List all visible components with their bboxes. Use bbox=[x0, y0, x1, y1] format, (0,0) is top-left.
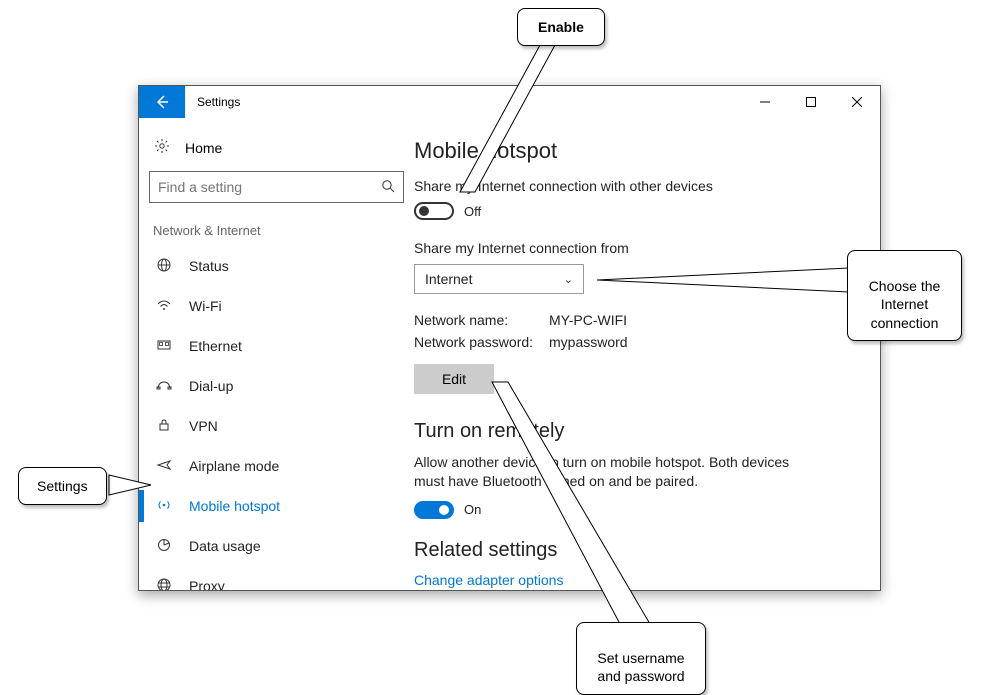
network-name-value: MY-PC-WIFI bbox=[549, 312, 627, 328]
sidebar-home[interactable]: Home bbox=[149, 132, 404, 171]
network-name-label: Network name: bbox=[414, 312, 549, 328]
sidebar-item-wifi[interactable]: Wi-Fi bbox=[149, 286, 404, 326]
sidebar-item-proxy[interactable]: Proxy bbox=[149, 566, 404, 591]
sidebar-section-header: Network & Internet bbox=[149, 219, 404, 246]
callout-enable-text: Enable bbox=[538, 19, 584, 35]
arrow-left-icon bbox=[154, 94, 170, 110]
network-name-row: Network name: MY-PC-WIFI bbox=[414, 312, 854, 328]
close-button[interactable] bbox=[834, 86, 880, 118]
share-description: Share my Internet connection with other … bbox=[414, 178, 854, 194]
sidebar-item-label: Dial-up bbox=[189, 378, 233, 394]
search-icon bbox=[381, 179, 395, 196]
close-icon bbox=[852, 97, 862, 107]
sidebar-item-airplane[interactable]: Airplane mode bbox=[149, 446, 404, 486]
share-from-select[interactable]: Internet ⌄ bbox=[414, 264, 584, 294]
network-password-row: Network password: mypassword bbox=[414, 334, 854, 350]
vpn-icon bbox=[155, 417, 173, 436]
wifi-icon bbox=[155, 297, 173, 316]
sidebar-item-label: Ethernet bbox=[189, 338, 242, 354]
sidebar-item-label: Mobile hotspot bbox=[189, 498, 280, 514]
settings-window: Settings Home bbox=[138, 85, 881, 591]
sidebar-item-label: VPN bbox=[189, 418, 218, 434]
proxy-icon bbox=[155, 577, 173, 592]
airplane-icon bbox=[155, 457, 173, 476]
sidebar-home-label: Home bbox=[185, 140, 222, 156]
share-toggle[interactable] bbox=[414, 202, 454, 220]
sidebar-item-label: Status bbox=[189, 258, 229, 274]
sidebar-item-label: Airplane mode bbox=[189, 458, 279, 474]
dialup-icon bbox=[155, 377, 173, 396]
remote-toggle-label: On bbox=[464, 502, 481, 517]
sidebar-item-dialup[interactable]: Dial-up bbox=[149, 366, 404, 406]
share-toggle-label: Off bbox=[464, 204, 481, 219]
maximize-icon bbox=[806, 97, 816, 107]
share-from-label: Share my Internet connection from bbox=[414, 240, 854, 256]
content-pane: Mobile hotspot Share my Internet connect… bbox=[414, 118, 880, 590]
edit-button[interactable]: Edit bbox=[414, 364, 494, 394]
sidebar-item-datausage[interactable]: Data usage bbox=[149, 526, 404, 566]
remote-toggle[interactable] bbox=[414, 501, 454, 519]
callout-set-userpass: Set username and password bbox=[576, 622, 706, 695]
callout-enable: Enable bbox=[517, 8, 605, 46]
minimize-button[interactable] bbox=[742, 86, 788, 118]
network-password-label: Network password: bbox=[414, 334, 549, 350]
back-button[interactable] bbox=[139, 86, 185, 118]
titlebar: Settings bbox=[139, 86, 880, 118]
datausage-icon bbox=[155, 537, 173, 556]
page-title: Mobile hotspot bbox=[414, 138, 854, 164]
callout-settings: Settings bbox=[18, 467, 107, 505]
callout-choose-connection-text: Choose the Internet connection bbox=[869, 278, 941, 330]
share-from-value: Internet bbox=[425, 271, 472, 287]
window-controls bbox=[742, 86, 880, 118]
chevron-down-icon: ⌄ bbox=[564, 273, 573, 286]
sidebar-item-label: Data usage bbox=[189, 538, 261, 554]
gear-icon bbox=[153, 138, 171, 157]
sidebar-item-status[interactable]: Status bbox=[149, 246, 404, 286]
remote-description: Allow another device to turn on mobile h… bbox=[414, 453, 804, 491]
minimize-icon bbox=[760, 97, 770, 107]
globe-icon bbox=[155, 257, 173, 276]
sidebar-item-label: Proxy bbox=[189, 578, 225, 591]
callout-set-userpass-text: Set username and password bbox=[597, 650, 684, 684]
search-box[interactable] bbox=[149, 171, 404, 203]
maximize-button[interactable] bbox=[788, 86, 834, 118]
share-toggle-row: Off bbox=[414, 202, 854, 220]
hotspot-icon bbox=[155, 497, 173, 516]
remote-toggle-row: On bbox=[414, 501, 854, 519]
related-link[interactable]: Change adapter options bbox=[414, 572, 854, 588]
sidebar-item-label: Wi-Fi bbox=[189, 298, 222, 314]
search-input[interactable] bbox=[158, 179, 381, 195]
remote-heading: Turn on remotely bbox=[414, 420, 854, 443]
sidebar-item-vpn[interactable]: VPN bbox=[149, 406, 404, 446]
window-body: Home Network & Internet Status Wi-Fi Eth… bbox=[139, 118, 880, 590]
sidebar-item-hotspot[interactable]: Mobile hotspot bbox=[149, 486, 404, 526]
sidebar-item-ethernet[interactable]: Ethernet bbox=[149, 326, 404, 366]
network-password-value: mypassword bbox=[549, 334, 628, 350]
sidebar: Home Network & Internet Status Wi-Fi Eth… bbox=[139, 118, 414, 590]
related-heading: Related settings bbox=[414, 539, 854, 562]
ethernet-icon bbox=[155, 337, 173, 356]
window-title: Settings bbox=[185, 95, 742, 109]
callout-choose-connection: Choose the Internet connection bbox=[847, 250, 962, 341]
callout-settings-text: Settings bbox=[37, 478, 88, 494]
